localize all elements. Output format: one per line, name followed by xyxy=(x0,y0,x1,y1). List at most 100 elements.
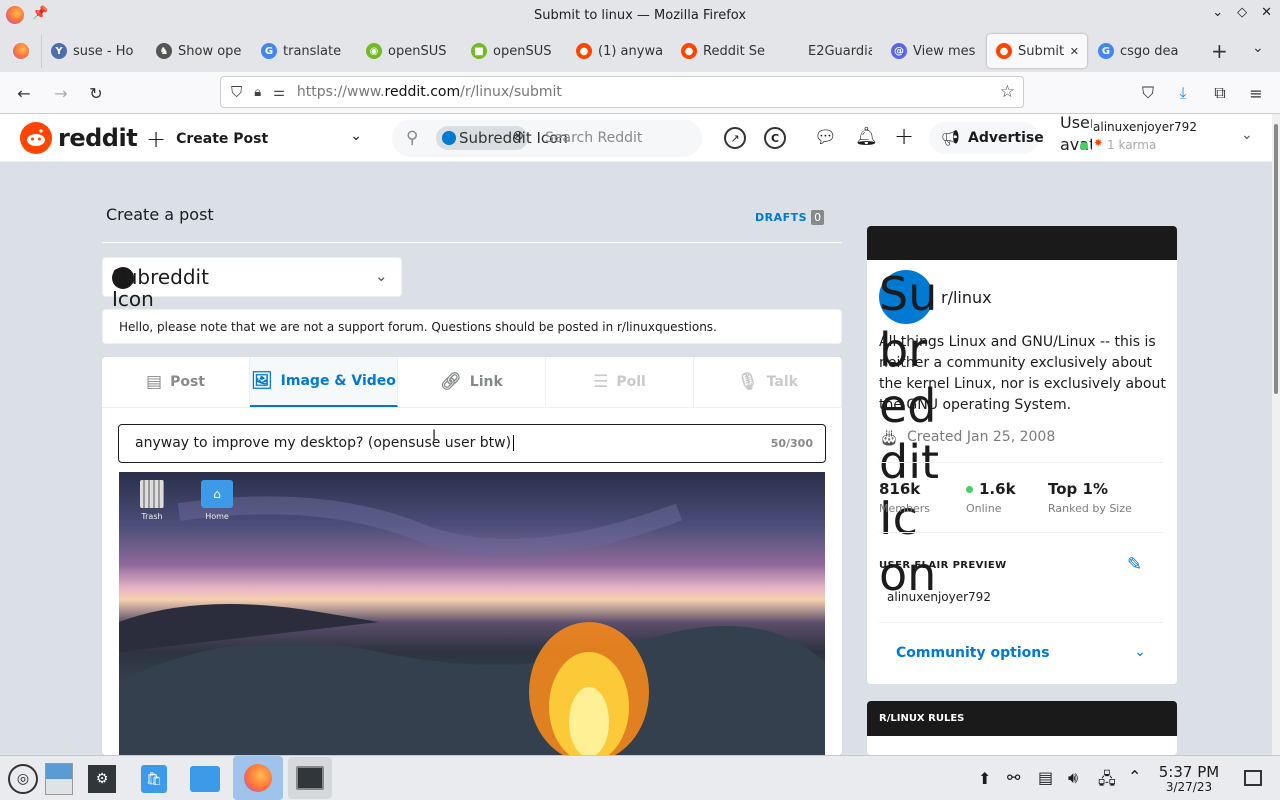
screenshot-app-icon[interactable] xyxy=(288,757,332,799)
post-tab-label: Talk xyxy=(766,374,798,390)
file-manager-icon[interactable] xyxy=(188,762,222,796)
post-tab[interactable]: ☰ Poll xyxy=(546,357,694,407)
maximize-window-icon[interactable]: ◇ xyxy=(1237,5,1247,20)
create-post-label: Create Post xyxy=(176,131,269,147)
browser-tab[interactable]: @ View mes xyxy=(882,34,985,68)
tab-favicon-icon: G xyxy=(1098,43,1114,59)
post-tab[interactable]: 🔗︎ Link xyxy=(398,357,546,407)
extensions-icon[interactable]: ⧉ xyxy=(1209,82,1231,104)
search-bar[interactable]: ⚲ Subreddit Icon ⊗ Search Reddit xyxy=(392,119,702,157)
network-share-icon[interactable]: ⚯ xyxy=(1007,768,1020,787)
close-window-icon[interactable]: ✕ xyxy=(1261,5,1272,20)
tab-label: View mes xyxy=(913,43,976,59)
hamburger-menu-icon[interactable]: ≡ xyxy=(1245,82,1267,104)
window-title: Submit to linux — Mozilla Firefox xyxy=(533,7,747,23)
coins-icon[interactable]: C xyxy=(764,127,786,149)
firefox-icon xyxy=(6,6,24,24)
chat-icon[interactable]: 💬︎ xyxy=(814,127,837,148)
browser-tab[interactable]: ■ openSUS xyxy=(462,34,565,68)
post-composer: ▤ Post 🖼︎ Image & Video 🔗︎ Link ☰ Poll 🎙︎ Talk an… xyxy=(102,357,842,755)
cake-icon: 🎂︎ xyxy=(879,428,900,447)
notifications-bell-icon[interactable]: 🔔︎ xyxy=(855,126,878,147)
title-input[interactable]: anyway to improve my desktop? (opensuse … xyxy=(118,424,826,463)
firefox-taskbar-icon[interactable] xyxy=(233,756,283,800)
list-tabs-icon[interactable]: ⌄ xyxy=(1252,40,1264,56)
new-tab-icon[interactable]: + xyxy=(1211,39,1228,63)
browser-tab[interactable]: E2Guardian - xyxy=(777,34,880,68)
show-desktop-icon[interactable] xyxy=(1244,770,1262,786)
back-arrow-icon[interactable]: ← xyxy=(13,82,35,104)
firefox-view-button[interactable] xyxy=(0,34,42,68)
plus-icon: + xyxy=(146,125,167,153)
tab-label: Submit xyxy=(1018,43,1064,59)
subreddit-chip[interactable]: Subreddit Icon ⊗ xyxy=(436,126,568,150)
pocket-icon[interactable]: ⛉ xyxy=(1137,82,1159,104)
community-options-toggle[interactable]: Community options ⌄ xyxy=(896,644,1146,665)
network-icon[interactable]: 🖧 xyxy=(1098,768,1116,795)
pin-icon[interactable]: 📌 xyxy=(32,6,48,24)
create-post-dropdown[interactable]: + Create Post ⌄ xyxy=(146,124,366,154)
tab-label: (1) anywa xyxy=(598,43,662,59)
tab-label: suse - Ho xyxy=(73,43,134,59)
tab-favicon-icon: Y xyxy=(51,43,67,59)
scrollbar-thumb[interactable] xyxy=(1274,124,1278,394)
software-store-icon[interactable]: 🛍︎ xyxy=(137,762,171,796)
title-value: anyway to improve my desktop? (opensuse … xyxy=(135,435,512,451)
browser-tab[interactable]: Gcsgo dea xyxy=(1089,34,1192,68)
post-type-tabs: ▤ Post 🖼︎ Image & Video 🔗︎ Link ☰ Poll 🎙︎ Talk xyxy=(102,357,842,408)
user-menu[interactable]: User avatar alinuxenjoyer792 ✸ 1 karma ⌄ xyxy=(1058,113,1268,162)
browser-tab[interactable]: Gtranslate xyxy=(252,34,355,68)
opensuse-menu-icon[interactable]: ◎ xyxy=(6,762,40,796)
browser-tab[interactable]: ● (1) anywa xyxy=(567,34,670,68)
post-tab-label: Post xyxy=(170,374,205,390)
uploaded-image-preview[interactable]: Trash ⌂ Home xyxy=(119,472,825,755)
pager-icon[interactable] xyxy=(42,762,76,796)
clipboard-icon[interactable]: ▤ xyxy=(1038,768,1053,787)
tracking-shield-icon[interactable]: ⛉ xyxy=(231,83,242,101)
system-settings-icon[interactable]: ⚙ xyxy=(85,762,119,796)
updates-icon[interactable]: ⬆︎ xyxy=(978,769,991,788)
advertise-button[interactable]: 📢︎ Advertise xyxy=(929,122,1044,154)
drafts-button[interactable]: DRAFTS 0 xyxy=(755,210,825,225)
clock[interactable]: 5:37 PM 3/27/23 xyxy=(1158,764,1220,794)
volume-icon[interactable]: 🔊︎ xyxy=(1068,768,1078,788)
page-scrollbar[interactable] xyxy=(1272,114,1280,755)
community-name[interactable]: r/linux xyxy=(941,288,992,307)
reddit-logo[interactable]: reddit xyxy=(20,122,138,154)
minimize-window-icon[interactable]: ⌄ xyxy=(1212,5,1223,20)
post-tab[interactable]: ▤ Post xyxy=(102,357,250,407)
search-input[interactable]: Search Reddit xyxy=(545,130,642,146)
downloads-icon[interactable]: ⤓ xyxy=(1172,82,1194,104)
bookmark-star-icon[interactable]: ☆ xyxy=(1000,82,1015,102)
link-icon: 🔗︎ xyxy=(440,372,462,392)
browser-tab[interactable]: ● Reddit Se xyxy=(672,34,775,68)
post-tab[interactable]: 🎙︎ Talk xyxy=(694,357,842,407)
close-tab-icon[interactable]: ✕ xyxy=(1070,45,1079,58)
browser-tab[interactable]: ◉ openSUS xyxy=(357,34,460,68)
remove-chip-icon[interactable]: ⊗ xyxy=(512,128,524,144)
post-tab[interactable]: 🖼︎ Image & Video xyxy=(250,357,398,407)
create-plus-icon[interactable]: + xyxy=(894,122,914,150)
stat-rank: Top 1% Ranked by Size xyxy=(1048,480,1132,515)
browser-tab[interactable]: Ysuse - Ho xyxy=(42,34,145,68)
show-hidden-icons-chevron[interactable]: ⌃ xyxy=(1128,767,1141,786)
desktop-icon-home[interactable]: ⌂ Home xyxy=(199,480,235,523)
community-selector[interactable]: Subreddit Icon ⌄ xyxy=(102,257,402,310)
chevron-down-icon: ⌄ xyxy=(375,267,388,285)
lock-icon[interactable]: 🔒︎ xyxy=(254,85,261,100)
url-bar[interactable]: ⛉ 🔒︎ ⚌ https://www.reddit.com/r/linux/su… xyxy=(220,76,1024,108)
desktop-icon-trash[interactable]: Trash xyxy=(137,480,167,523)
tab-favicon-icon: ■ xyxy=(471,43,487,59)
reload-icon[interactable]: ↻ xyxy=(85,82,107,104)
rules-card: R/LINUX RULES xyxy=(867,701,1177,755)
browser-tab[interactable]: ♞ Show ope xyxy=(147,34,250,68)
popular-icon[interactable]: ↗ xyxy=(724,127,746,149)
forward-arrow-icon[interactable]: → xyxy=(50,82,72,104)
browser-tab[interactable]: ● Submit ✕ xyxy=(987,34,1087,68)
reddit-wordmark: reddit xyxy=(58,124,138,152)
permissions-icon[interactable]: ⚌ xyxy=(273,85,285,100)
edit-pencil-icon[interactable]: ✎ xyxy=(1127,554,1142,575)
online-label: Online xyxy=(966,502,1002,515)
heading-divider xyxy=(102,242,842,243)
poll-icon: ☰ xyxy=(593,372,609,392)
